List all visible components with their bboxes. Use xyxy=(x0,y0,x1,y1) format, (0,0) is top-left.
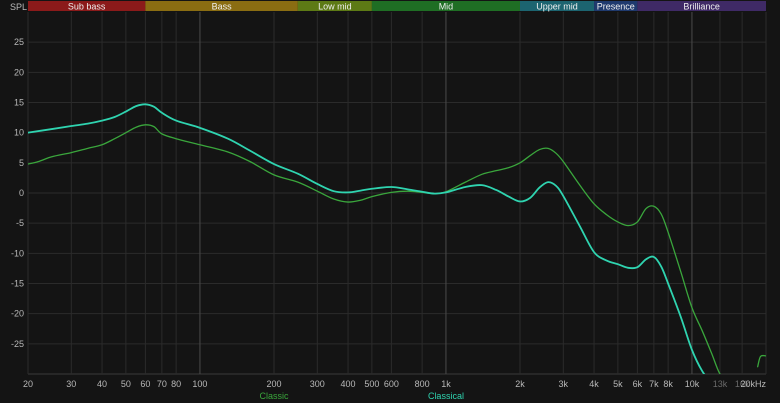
chart-background xyxy=(0,0,780,403)
x-tick-label: 7k xyxy=(649,379,659,389)
y-tick-label: -5 xyxy=(16,218,24,228)
x-tick-label: 8k xyxy=(663,379,673,389)
x-tick-label: 20kHz xyxy=(740,379,766,389)
y-axis-label: SPL xyxy=(10,2,27,12)
y-tick-label: 20 xyxy=(14,67,24,77)
x-tick-label: 5k xyxy=(613,379,623,389)
x-tick-label: 13k xyxy=(713,379,728,389)
x-tick-label: 60 xyxy=(140,379,150,389)
y-tick-label: -25 xyxy=(11,339,24,349)
x-tick-label: 80 xyxy=(171,379,181,389)
x-tick-label: 4k xyxy=(589,379,599,389)
x-tick-label: 400 xyxy=(341,379,356,389)
band-label: Low mid xyxy=(318,2,352,12)
band-label: Bass xyxy=(212,2,233,12)
y-tick-label: -10 xyxy=(11,248,24,258)
x-tick-label: 800 xyxy=(415,379,430,389)
band-label: Upper mid xyxy=(536,2,578,12)
x-tick-label: 30 xyxy=(66,379,76,389)
x-tick-label: 20 xyxy=(23,379,33,389)
x-tick-label: 200 xyxy=(266,379,281,389)
legend-entry: Classical xyxy=(428,391,464,401)
x-tick-label: 100 xyxy=(192,379,207,389)
y-tick-label: 10 xyxy=(14,128,24,138)
band-label: Mid xyxy=(439,2,454,12)
y-tick-label: -20 xyxy=(11,309,24,319)
y-tick-label: -15 xyxy=(11,279,24,289)
legend-entry: Classic xyxy=(259,391,289,401)
x-tick-label: 10k xyxy=(685,379,700,389)
x-tick-label: 6k xyxy=(633,379,643,389)
y-tick-label: 15 xyxy=(14,98,24,108)
x-tick-label: 40 xyxy=(97,379,107,389)
x-tick-label: 300 xyxy=(310,379,325,389)
x-tick-label: 1k xyxy=(441,379,451,389)
y-tick-label: 25 xyxy=(14,37,24,47)
y-tick-label: 0 xyxy=(19,188,24,198)
frequency-band-bar: Sub bass Bass Low mid Mid Upper mid Presence B… xyxy=(28,1,766,12)
x-tick-label: 500 xyxy=(364,379,379,389)
x-tick-label: 3k xyxy=(559,379,569,389)
frequency-response-chart: Sub bass Bass Low mid Mid Upper mid Presence B… xyxy=(0,0,780,403)
x-tick-label: 600 xyxy=(384,379,399,389)
x-tick-label: 50 xyxy=(121,379,131,389)
x-tick-label: 70 xyxy=(157,379,167,389)
chart-canvas: Sub bass Bass Low mid Mid Upper mid Presence B… xyxy=(0,0,780,403)
y-tick-label: 5 xyxy=(19,158,24,168)
band-label: Presence xyxy=(597,2,635,12)
band-label: Sub bass xyxy=(68,2,106,12)
band-label: Brilliance xyxy=(683,2,720,12)
x-tick-label: 2k xyxy=(515,379,525,389)
